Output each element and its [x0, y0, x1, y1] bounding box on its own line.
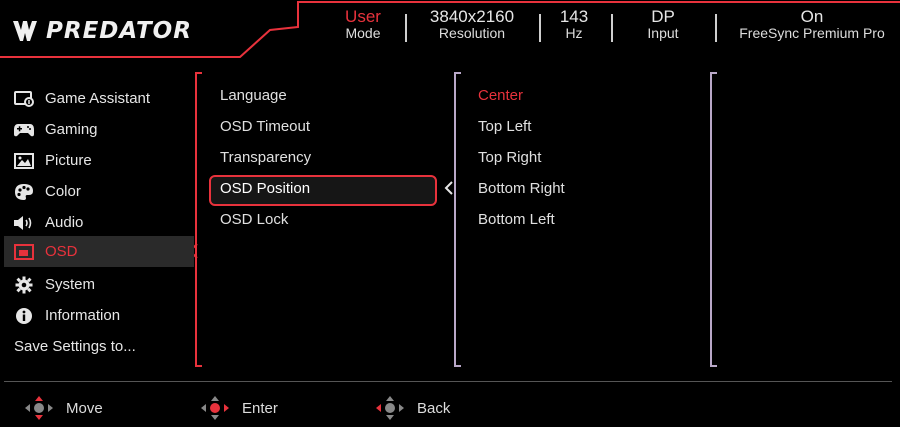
menu-item-label: Game Assistant	[45, 90, 151, 107]
menu-item-osd[interactable]: OSD	[4, 236, 194, 267]
menu-item-information[interactable]: Information	[10, 301, 178, 330]
option-bottom-right[interactable]: Bottom Right	[478, 180, 565, 197]
submenu-item-osd-position[interactable]: OSD Position	[220, 180, 310, 197]
menu-item-picture[interactable]: Picture	[10, 146, 178, 175]
menu-item-label: OSD	[45, 243, 78, 260]
menu-item-label: Gaming	[45, 121, 98, 138]
speaker-icon	[13, 214, 35, 232]
menu-item-system[interactable]: System	[10, 270, 178, 299]
gamepad-icon	[13, 121, 35, 139]
hint-label: Enter	[242, 399, 278, 417]
picture-icon	[13, 152, 35, 170]
footer-divider	[4, 381, 892, 382]
menu-item-label: System	[45, 276, 96, 293]
detail-bracket	[710, 72, 717, 367]
submenu-item-transparency[interactable]: Transparency	[220, 149, 311, 166]
menu-item-color[interactable]: Color	[10, 177, 178, 206]
menu-item-label: Audio	[45, 214, 84, 231]
menu-item-game-assistant[interactable]: Game Assistant	[10, 84, 178, 113]
menu-item-audio[interactable]: Audio	[10, 208, 178, 237]
submenu-item-osd-timeout[interactable]: OSD Timeout	[220, 118, 310, 135]
dpad-enter-icon	[201, 396, 229, 420]
dpad-back-icon	[376, 396, 404, 420]
gear-icon	[13, 276, 35, 294]
option-top-right[interactable]: Top Right	[478, 149, 541, 166]
menu-item-label: Information	[45, 307, 121, 324]
palette-icon	[13, 183, 35, 201]
menu-item-label: Picture	[45, 152, 92, 169]
menu-item-label: Save Settings to...	[14, 338, 136, 355]
option-center[interactable]: Center	[478, 87, 523, 104]
game-assistant-icon	[13, 90, 35, 108]
hint-enter: Enter	[200, 395, 278, 421]
submenu-item-language[interactable]: Language	[220, 87, 287, 104]
submenu-item-osd-lock[interactable]: OSD Lock	[220, 211, 288, 228]
dpad-move-icon	[25, 396, 53, 420]
info-icon	[13, 307, 35, 325]
submenu-selection-arrow-icon	[444, 181, 453, 195]
hint-label: Back	[417, 399, 451, 417]
menu-item-gaming[interactable]: Gaming	[10, 115, 178, 144]
hint-label: Move	[66, 399, 103, 417]
menu-item-label: Color	[45, 183, 81, 200]
submenu-bracket	[195, 72, 202, 367]
menu-item-save-settings[interactable]: Save Settings to...	[10, 332, 182, 361]
options-bracket	[454, 72, 461, 367]
option-bottom-left[interactable]: Bottom Left	[478, 211, 555, 228]
hint-move: Move	[24, 395, 103, 421]
hint-back: Back	[375, 395, 450, 421]
osd-icon	[13, 243, 35, 261]
option-top-left[interactable]: Top Left	[478, 118, 531, 135]
